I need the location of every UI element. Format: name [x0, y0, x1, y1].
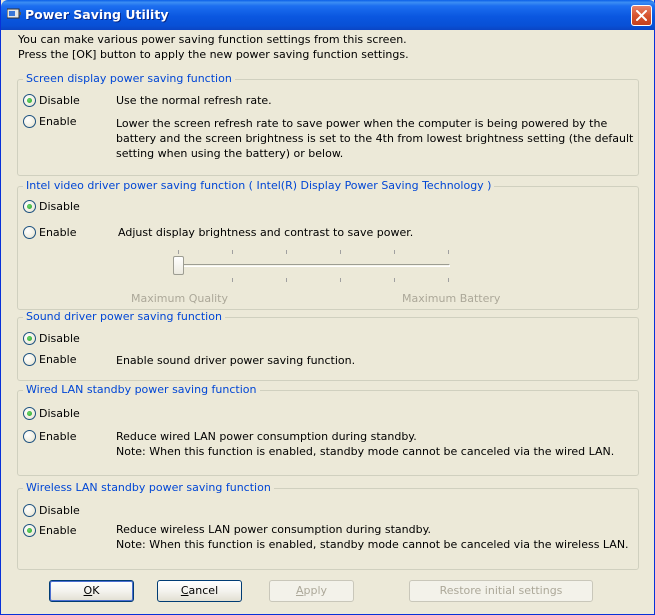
intro-line-1: You can make various power saving functi… — [18, 33, 407, 46]
radio-circle — [23, 94, 36, 107]
wireless-lan-disable-label: Disable — [39, 504, 80, 517]
screen-display-group-title: Screen display power saving function — [23, 72, 235, 85]
slider-tick — [340, 250, 341, 254]
intel-video-enable-desc: Adjust display brightness and contrast t… — [118, 226, 414, 239]
slider-tick — [448, 250, 449, 254]
desc-line: Reduce wired LAN power consumption durin… — [116, 430, 417, 443]
desc-line: Reduce wireless LAN power consumption du… — [116, 523, 432, 536]
radio-circle — [23, 226, 36, 239]
radio-circle — [23, 200, 36, 213]
wired-lan-group-title: Wired LAN standby power saving function — [23, 383, 260, 396]
sound-driver-disable-label: Disable — [39, 332, 80, 345]
slider-tick — [286, 278, 287, 282]
wireless-lan-enable-label: Enable — [39, 524, 77, 537]
radio-circle — [23, 353, 36, 366]
radio-circle — [23, 524, 36, 537]
intel-video-group-title: Intel video driver power saving function… — [23, 179, 495, 192]
radio-selected-dot — [27, 204, 32, 209]
wired-lan-enable-desc: Reduce wired LAN power consumption durin… — [116, 429, 614, 459]
desc-line: Lower the screen refresh rate to save po… — [116, 117, 608, 130]
slider-tick — [340, 278, 341, 282]
intel-video-enable-label: Enable — [39, 226, 77, 239]
sound-driver-enable-label: Enable — [39, 353, 77, 366]
desc-line: battery and the screen brightness is set… — [116, 132, 634, 145]
ok-hotkey: O — [83, 584, 93, 597]
intel-video-group: Intel video driver power saving function… — [17, 179, 639, 310]
radio-selected-dot — [27, 411, 32, 416]
restore-initial-settings-button[interactable]: Restore initial settings — [409, 580, 593, 602]
screen-display-enable-label: Enable — [39, 115, 77, 128]
radio-circle — [23, 407, 36, 420]
close-icon — [636, 10, 647, 21]
wireless-lan-enable-desc: Reduce wireless LAN power consumption du… — [116, 522, 629, 552]
radio-selected-dot — [27, 336, 32, 341]
slider-tick — [394, 278, 395, 282]
cancel-button[interactable]: Cancel — [157, 580, 242, 602]
sound-driver-group-title: Sound driver power saving function — [23, 310, 225, 323]
screen-display-enable-desc: Lower the screen refresh rate to save po… — [116, 116, 633, 161]
wired-lan-disable-label: Disable — [39, 407, 80, 420]
power-saving-utility-window: Power Saving Utility You can make variou… — [0, 0, 655, 615]
slider-tick — [394, 250, 395, 254]
wireless-lan-group: Wireless LAN standby power saving functi… — [17, 481, 639, 570]
desc-line: Note: When this function is enabled, sta… — [116, 538, 629, 551]
sound-driver-group: Sound driver power saving function Disab… — [17, 310, 639, 381]
title-bar[interactable]: Power Saving Utility — [1, 0, 655, 30]
screen-display-disable-label: Disable — [39, 94, 80, 107]
slider-tick — [232, 278, 233, 282]
apply-label-rest: pply — [303, 584, 328, 597]
window-title: Power Saving Utility — [25, 7, 169, 22]
ok-button[interactable]: OK — [49, 580, 134, 602]
cancel-label-rest: ancel — [188, 584, 219, 597]
radio-circle — [23, 115, 36, 128]
slider-min-label: Maximum Quality — [131, 292, 229, 305]
radio-circle — [23, 504, 36, 517]
screen-display-disable-desc: Use the normal refresh rate. — [116, 94, 272, 107]
cancel-hotkey: C — [180, 584, 189, 597]
radio-circle — [23, 430, 36, 443]
wired-lan-group: Wired LAN standby power saving function … — [17, 383, 639, 476]
intro-line-2: Press the [OK] button to apply the new p… — [18, 48, 409, 61]
desc-line: Note: When this function is enabled, sta… — [116, 445, 615, 458]
wired-lan-enable-label: Enable — [39, 430, 77, 443]
app-icon — [7, 8, 21, 19]
sound-driver-enable-desc: Enable sound driver power saving functio… — [116, 354, 356, 367]
slider-tick — [232, 250, 233, 254]
intro-text: You can make various power saving functi… — [18, 32, 409, 62]
slider-tick — [448, 278, 449, 282]
close-button[interactable] — [631, 5, 652, 26]
intel-video-disable-label: Disable — [39, 200, 80, 213]
slider-tick — [178, 250, 179, 254]
radio-selected-dot — [27, 528, 32, 533]
desc-line: setting when using the battery) or below… — [116, 147, 344, 160]
apply-hotkey: A — [295, 584, 304, 597]
slider-thumb[interactable] — [173, 256, 184, 275]
slider-track[interactable] — [178, 264, 450, 267]
screen-display-group: Screen display power saving function Dis… — [17, 72, 639, 176]
slider-tick — [286, 250, 287, 254]
apply-button[interactable]: Apply — [269, 580, 354, 602]
wireless-lan-group-title: Wireless LAN standby power saving functi… — [23, 481, 274, 494]
ok-label-rest: K — [92, 584, 100, 597]
radio-circle — [23, 332, 36, 345]
radio-selected-dot — [27, 98, 32, 103]
slider-max-label: Maximum Battery — [402, 292, 501, 305]
